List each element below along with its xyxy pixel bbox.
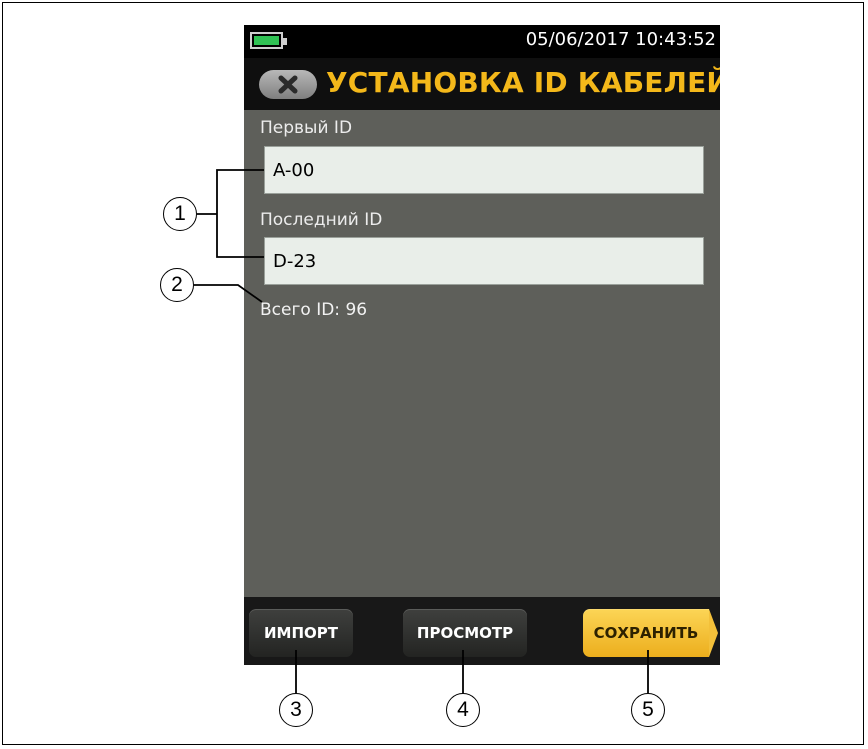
callout-leader-lines	[194, 169, 649, 693]
callout-4: 4	[446, 693, 480, 727]
callout-1: 1	[163, 197, 197, 231]
callout-3: 3	[279, 693, 313, 727]
callout-2: 2	[160, 268, 194, 302]
callout-5: 5	[631, 693, 665, 727]
